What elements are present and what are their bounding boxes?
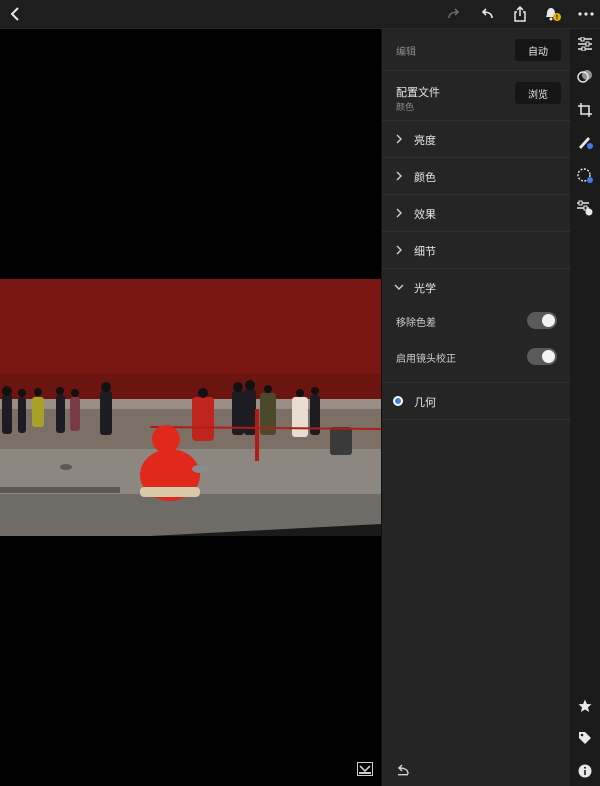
chevron-right-icon — [396, 134, 402, 144]
notifications-button[interactable] — [542, 0, 564, 28]
redo-icon — [448, 8, 460, 19]
tool-rail — [570, 29, 600, 786]
chevron-right-icon — [396, 208, 402, 218]
edit-label: 编辑 — [396, 47, 416, 58]
section-geometry[interactable]: 几何 — [382, 383, 571, 420]
share-icon — [514, 6, 526, 22]
more-icon — [578, 12, 594, 16]
geometry-dot-icon — [393, 396, 403, 406]
tag-icon[interactable] — [576, 729, 594, 747]
lens-correction-toggle[interactable] — [527, 348, 557, 365]
undo-button[interactable] — [476, 0, 498, 28]
crop-icon[interactable] — [576, 101, 594, 119]
chevron-down-icon — [394, 284, 404, 290]
bell-icon — [546, 8, 561, 21]
presets-icon[interactable] — [576, 67, 594, 85]
sliders-icon[interactable] — [576, 35, 594, 53]
section-label: 效果 — [414, 208, 436, 221]
more-button[interactable] — [575, 0, 597, 28]
lens-correction-label: 启用镜头校正 — [396, 354, 456, 365]
edit-panel: 编辑 自动 配置文件 颜色 浏览 亮度 颜色 效果 细节 光学 移除色差 启用镜… — [381, 29, 571, 786]
edit-row: 编辑 自动 — [382, 29, 571, 71]
chevron-right-icon — [396, 245, 402, 255]
profile-value: 颜色 — [396, 103, 415, 113]
share-button[interactable] — [509, 0, 531, 28]
versions-icon[interactable] — [576, 199, 594, 217]
section-label: 光学 — [414, 282, 436, 295]
chevron-right-icon — [396, 171, 402, 181]
section-detail[interactable]: 细节 — [382, 232, 571, 269]
profile-row: 配置文件 颜色 浏览 — [382, 71, 571, 121]
remove-ca-label: 移除色差 — [396, 318, 436, 329]
top-bar — [0, 0, 600, 29]
browse-button[interactable]: 浏览 — [515, 82, 561, 104]
undo-icon — [481, 8, 493, 19]
section-label: 颜色 — [414, 171, 436, 184]
profile-label: 配置文件 — [396, 86, 440, 99]
edited-photo[interactable] — [0, 279, 381, 536]
selective-icon[interactable] — [576, 167, 594, 185]
section-optics[interactable]: 光学 — [382, 269, 571, 306]
toggle-knob — [542, 314, 555, 327]
section-label: 亮度 — [414, 134, 436, 147]
back-button[interactable] — [4, 0, 26, 28]
auto-button[interactable]: 自动 — [515, 39, 561, 61]
toggle-knob — [542, 350, 555, 363]
lens-correction-row: 启用镜头校正 — [382, 339, 571, 383]
photo-image — [0, 279, 381, 536]
remove-ca-row: 移除色差 — [382, 303, 571, 339]
reset-icon[interactable] — [396, 764, 410, 776]
photo-canvas[interactable] — [0, 29, 381, 786]
section-color[interactable]: 颜色 — [382, 158, 571, 195]
healing-brush-icon[interactable] — [576, 133, 594, 151]
star-icon[interactable] — [576, 697, 594, 715]
info-icon[interactable] — [576, 762, 594, 780]
remove-ca-toggle[interactable] — [527, 312, 557, 329]
filmstrip-icon[interactable] — [357, 762, 373, 776]
section-label: 细节 — [414, 245, 436, 258]
chevron-left-icon — [10, 7, 19, 21]
section-brightness[interactable]: 亮度 — [382, 121, 571, 158]
section-label: 几何 — [414, 396, 436, 409]
section-effects[interactable]: 效果 — [382, 195, 571, 232]
redo-button[interactable] — [443, 0, 465, 28]
